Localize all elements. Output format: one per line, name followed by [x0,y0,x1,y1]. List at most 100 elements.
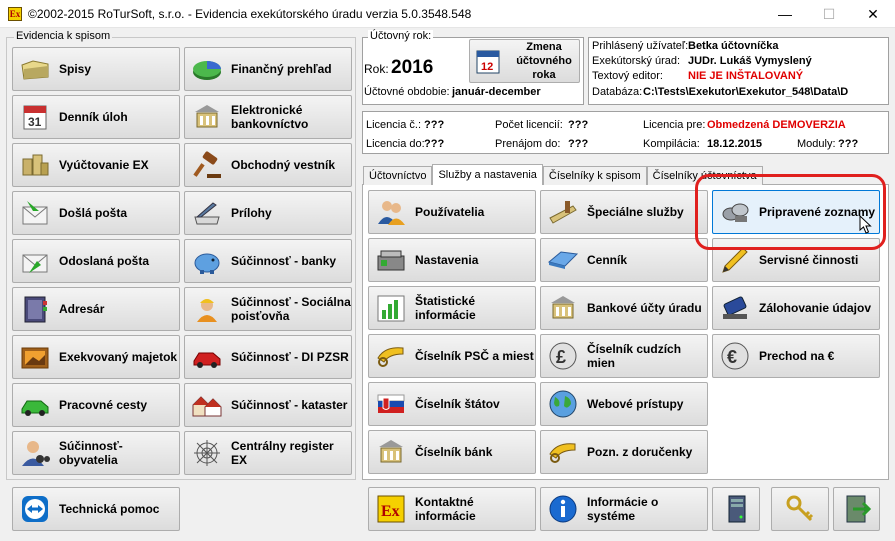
bank-accounts-button[interactable]: Bankové účty úradu [540,286,708,330]
states-button[interactable]: Číselník štátov [368,382,536,426]
user-value: Betka účtovníčka [688,40,779,52]
tab-accounting[interactable]: Účtovníctvo [363,166,433,185]
delivery-notes-button[interactable]: Pozn. z doručenky [540,430,708,474]
di-pzsr-button[interactable]: Súčinnosť - DI PZSR [184,335,352,379]
person-binoculars-icon [19,437,51,469]
business-trips-button[interactable]: Pracovné cesty [12,383,180,427]
price-list-button[interactable]: Cenník [540,238,708,282]
zip-codes-label: Číselník PSČ a miest [415,349,534,363]
keys-button[interactable] [771,487,829,531]
period-value: január-december [452,86,541,98]
special-services-button[interactable]: Špeciálne služby [540,190,708,234]
seized-property-button[interactable]: Exekvovaný majetok [12,335,180,379]
banks-cooperation-button[interactable]: Súčinnosť - banky [184,239,352,283]
banks-codelist-button[interactable]: Číselník bánk [368,430,536,474]
statistics-button[interactable]: Štatistické informácie [368,286,536,330]
svg-text:31: 31 [28,115,42,129]
tech-support-button[interactable]: Technická pomoc [12,487,180,531]
minimize-button[interactable]: — [763,0,807,28]
business-journal-label: Obchodný vestník [231,158,336,172]
settings-button[interactable]: Nastavenia [368,238,536,282]
di-pzsr-label: Súčinnosť - DI PZSR [231,350,349,364]
window-controls: — ☐ ✕ [763,0,895,28]
residents-button[interactable]: Súčinnosť- obyvatelia [12,431,180,475]
period-label: Účtovné obdobie: [364,86,450,98]
euro-transition-button[interactable]: € Prechod na € [712,334,880,378]
business-trips-label: Pracovné cesty [59,398,148,412]
social-insurance-button[interactable]: Súčinnosť - Sociálna poisťovňa [184,287,352,331]
fiscal-year-caption: Účtovný rok: [368,30,434,42]
office-value: JUDr. Lukáš Vymyslený [688,55,812,67]
euro-icon: € [719,340,751,372]
painting-icon [19,341,51,373]
web-access-button[interactable]: Webové prístupy [540,382,708,426]
license-to-value: ??? [424,138,445,150]
backup-button[interactable]: Zálohovanie údajov [712,286,880,330]
ex-logo-icon: Ex [375,493,407,525]
tech-support-label: Technická pomoc [59,502,160,516]
exit-door-icon [841,493,873,525]
incoming-mail-button[interactable]: Došlá pošta [12,191,180,235]
e-banking-button[interactable]: Elektronické bankovníctvo [184,95,352,139]
price-list-label: Cenník [587,253,628,267]
cadastre-button[interactable]: Súčinnosť - kataster [184,383,352,427]
exit-button[interactable] [833,487,880,531]
change-fiscal-year-button[interactable]: 12 Zmena účtovného roka [469,39,580,83]
modules-value: ??? [838,138,859,150]
maximize-button[interactable]: ☐ [807,0,851,28]
spisy-button[interactable]: Spisy [12,47,180,91]
address-book-label: Adresár [59,302,105,316]
seized-property-label: Exekvovaný majetok [59,350,178,364]
e-banking-label: Elektronické bankovníctvo [231,103,309,131]
residents-label: Súčinnosť- obyvatelia [59,439,123,467]
gavel-icon [191,149,223,181]
currencies-button[interactable]: £ Číselník cudzích mien [540,334,708,378]
tools-icon [547,196,579,228]
address-book-icon [19,293,51,325]
delivery-notes-label: Pozn. z doručenky [587,445,693,459]
license-no-value: ??? [424,119,445,131]
svg-text:€: € [727,347,737,367]
business-journal-button[interactable]: Obchodný vestník [184,143,352,187]
users-button[interactable]: Používatelia [368,190,536,234]
currencies-label: Číselník cudzích mien [587,342,682,370]
spider-web-icon [191,437,223,469]
server-button[interactable] [712,487,760,531]
compile-label: Kompilácia: [643,138,700,150]
year-value: 2016 [391,57,434,78]
keys-icon [784,493,816,525]
globe-icon [547,388,579,420]
web-access-label: Webové prístupy [587,397,684,411]
highlight-ring [695,174,886,250]
year-label: Rok: [364,62,389,76]
license-for-value: Obmedzená DEMOVERZIA [707,119,846,131]
financial-overview-button[interactable]: Finančný prehľad [184,47,352,91]
license-for-label: Licencia pre: [643,119,706,131]
zip-codes-button[interactable]: Číselník PSČ a miest [368,334,536,378]
houses-icon [191,389,223,421]
financial-overview-label: Finančný prehľad [231,62,332,76]
license-no-label: Licencia č.: [366,119,422,131]
close-button[interactable]: ✕ [851,0,895,28]
users-icon [375,196,407,228]
task-diary-button[interactable]: 31 Denník úloh [12,95,180,139]
user-label: Prihlásený užívateľ: [592,40,689,52]
contact-info-label: Kontaktné informácie [415,495,476,523]
calendar-icon: 31 [19,101,51,133]
tab-services-settings[interactable]: Služby a nastavenia [432,164,543,185]
scanner-icon [191,197,223,229]
ex-billing-button[interactable]: Vyúčtovanie EX [12,143,180,187]
compile-value: 18.12.2015 [707,138,763,150]
bank-accounts-label: Bankové účty úradu [587,301,702,315]
attachments-button[interactable]: Prílohy [184,191,352,235]
system-info-button[interactable]: Informácie o systéme [540,487,708,531]
settings-label: Nastavenia [415,253,479,267]
address-book-button[interactable]: Adresár [12,287,180,331]
contact-info-button[interactable]: Ex Kontaktné informácie [368,487,536,531]
system-info-label: Informácie o systéme [587,495,659,523]
outgoing-mail-button[interactable]: Odoslaná pošta [12,239,180,283]
banks-cooperation-label: Súčinnosť - banky [231,254,337,268]
central-register-button[interactable]: Centrálny register EX [184,431,352,475]
tab-case-codelists[interactable]: Číselníky k spisom [542,166,647,185]
title-bar: Ex ©2002-2015 RoTurSoft, s.r.o. - Eviden… [0,0,895,28]
